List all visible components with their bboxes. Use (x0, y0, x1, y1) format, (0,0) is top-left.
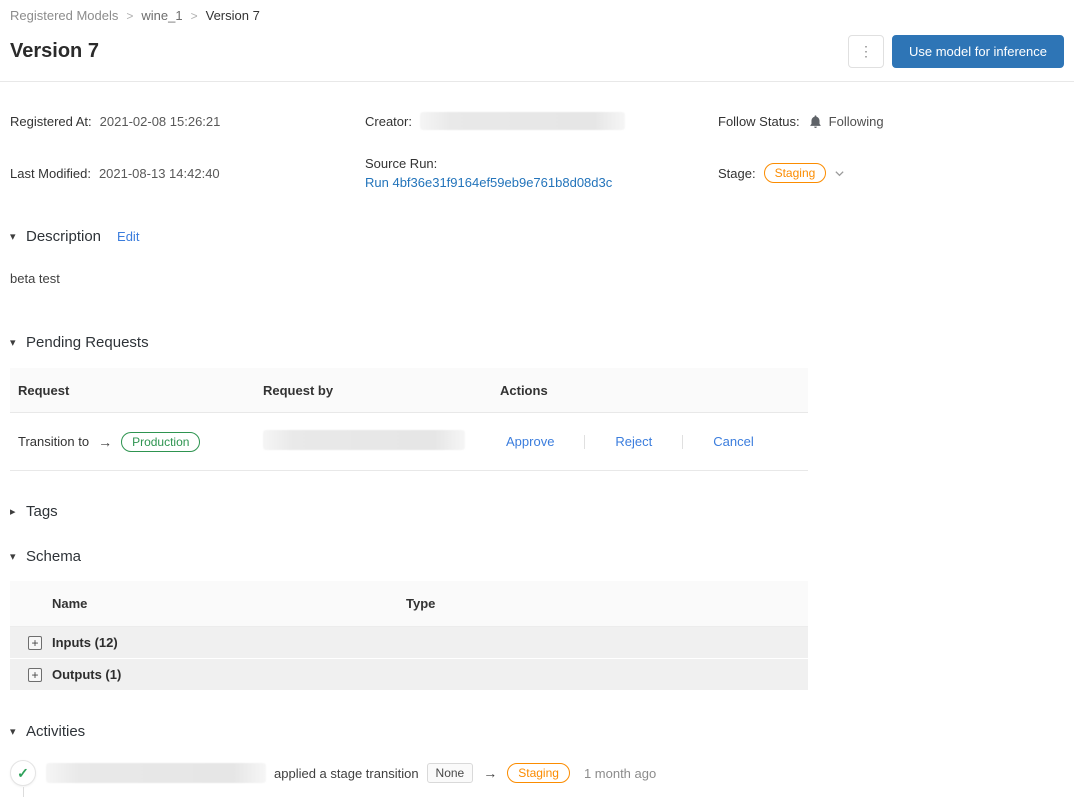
page-title: Version 7 (10, 40, 99, 62)
follow-status-value[interactable]: Following (808, 114, 884, 129)
schema-inputs-row[interactable]: + Inputs (12) (10, 627, 808, 659)
description-section-title: Description (26, 228, 102, 245)
action-divider (682, 434, 684, 449)
creator-field: Creator: (365, 112, 718, 130)
schema-outputs-row[interactable]: + Outputs (1) (10, 659, 808, 691)
schema-table-header: Name Type (10, 581, 808, 627)
creator-value-redacted (419, 112, 625, 130)
schema-table: Name Type + Inputs (12) + Outputs (1) (10, 581, 808, 691)
tags-section-title: Tags (26, 503, 58, 520)
check-glyph: ✓ (17, 764, 29, 781)
column-header-request: Request (18, 382, 70, 398)
last-modified-field: Last Modified: 2021-08-13 14:42:40 (10, 156, 365, 190)
source-run-field: Source Run: Run 4bf36e31f9164ef59eb9e761… (365, 156, 718, 190)
arrow-right-icon: → (98, 433, 113, 450)
breadcrumb-registered-models[interactable]: Registered Models (10, 8, 118, 23)
column-header-type: Type (406, 596, 436, 611)
pending-requests-section-header[interactable]: ▾ Pending Requests (10, 334, 1064, 351)
description-content: beta test (10, 271, 60, 286)
approved-check-icon: ✓ (10, 760, 36, 786)
pending-requests-section-title: Pending Requests (26, 334, 149, 351)
activity-action-text: applied a stage transition (274, 765, 419, 781)
breadcrumb: Registered Models > wine_1 > Version 7 (10, 0, 1064, 23)
request-by-value-redacted (263, 430, 465, 450)
vertical-ellipsis-icon: ⋮ (858, 43, 873, 59)
activity-timestamp: 1 month ago (583, 765, 657, 781)
schema-section-title: Schema (26, 548, 82, 565)
activity-item: ✓ applied a stage transition None → Stag… (10, 760, 1064, 797)
breadcrumb-separator-icon: > (190, 8, 198, 23)
overflow-menu-button[interactable]: ⋮ (847, 35, 884, 68)
expand-plus-icon[interactable]: + (28, 667, 42, 682)
from-stage-badge: None (426, 763, 474, 783)
registered-at-value: 2021-02-08 15:26:21 (99, 113, 221, 129)
breadcrumb-current-version: Version 7 (205, 8, 260, 23)
timeline-connector (23, 787, 24, 797)
description-edit-link[interactable]: Edit (117, 229, 139, 244)
follow-status-text: Following (828, 113, 884, 129)
column-header-request-by: Request by (263, 382, 334, 398)
source-run-link[interactable]: Run 4bf36e31f9164ef59eb9e761b8d08d3c (365, 175, 612, 190)
follow-status-label: Follow Status: (718, 113, 800, 129)
collapsed-caret-icon[interactable]: ▸ (10, 505, 26, 518)
collapse-caret-icon[interactable]: ▾ (10, 725, 26, 738)
reject-link[interactable]: Reject (609, 434, 658, 449)
header-divider (0, 81, 1074, 82)
schema-outputs-label: Outputs (1) (52, 667, 122, 682)
cancel-link[interactable]: Cancel (707, 434, 759, 449)
registered-at-field: Registered At: 2021-02-08 15:26:21 (10, 112, 365, 130)
pending-requests-table: Request Request by Actions Transition to… (10, 368, 808, 471)
activities-section-title: Activities (26, 723, 86, 740)
schema-inputs-label: Inputs (12) (52, 635, 118, 650)
stage-field: Stage: Staging (718, 156, 1064, 190)
approve-link[interactable]: Approve (500, 434, 560, 449)
stage-badge[interactable]: Staging (763, 163, 827, 183)
bell-icon (810, 114, 821, 128)
target-stage-badge: Production (121, 431, 201, 452)
action-divider (584, 434, 586, 449)
use-model-for-inference-button[interactable]: Use model for inference (891, 35, 1064, 68)
description-section-header[interactable]: ▾ Description Edit (10, 228, 1064, 245)
schema-section-header[interactable]: ▾ Schema (10, 548, 1064, 565)
tags-section-header[interactable]: ▸ Tags (10, 503, 1064, 520)
follow-status-field: Follow Status: Following (718, 112, 1064, 130)
collapse-caret-icon[interactable]: ▾ (10, 336, 26, 349)
arrow-right-icon: → (483, 765, 498, 781)
pending-requests-table-header: Request Request by Actions (10, 368, 808, 413)
collapse-caret-icon[interactable]: ▾ (10, 550, 26, 563)
activities-section-header[interactable]: ▾ Activities (10, 723, 1064, 740)
column-header-name: Name (52, 596, 88, 611)
breadcrumb-model-name[interactable]: wine_1 (141, 8, 182, 23)
expand-plus-icon[interactable]: + (28, 635, 42, 650)
creator-label: Creator: (365, 113, 412, 129)
activity-user-redacted (46, 763, 266, 783)
collapse-caret-icon[interactable]: ▾ (10, 230, 26, 243)
metadata-grid: Registered At: 2021-02-08 15:26:21 Creat… (10, 112, 1064, 190)
stage-dropdown-chevron-icon[interactable] (834, 168, 845, 179)
last-modified-label: Last Modified: (10, 165, 91, 181)
transition-request-text: Transition to (18, 434, 90, 449)
stage-label: Stage: (718, 165, 756, 181)
registered-at-label: Registered At: (10, 113, 92, 129)
breadcrumb-separator-icon: > (126, 8, 134, 23)
column-header-actions: Actions (500, 382, 548, 398)
source-run-label: Source Run: (365, 156, 438, 171)
pending-request-table-row: Transition to → Production Approve Rejec… (10, 413, 808, 471)
last-modified-value: 2021-08-13 14:42:40 (98, 165, 220, 181)
to-stage-badge: Staging (507, 763, 570, 783)
